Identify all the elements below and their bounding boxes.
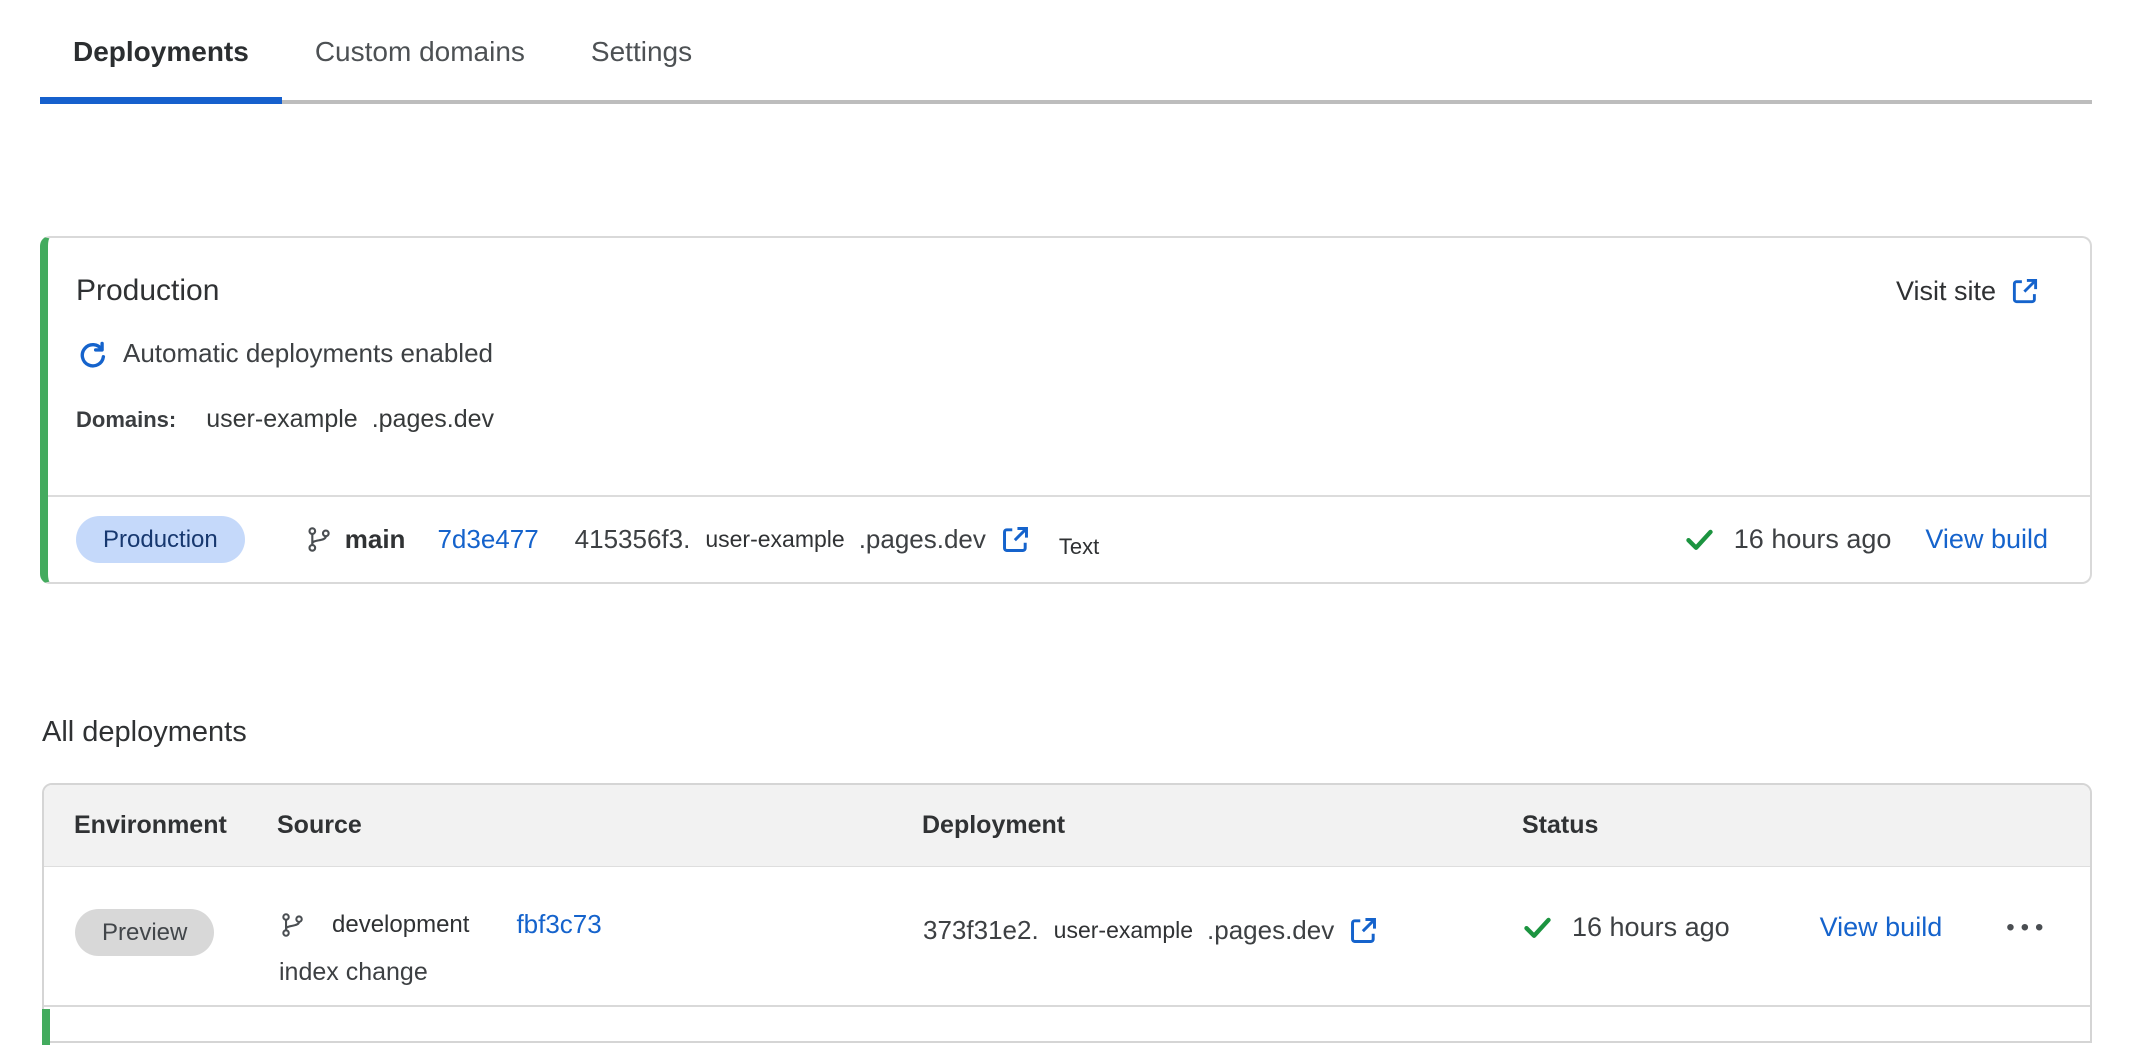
deployment-domain: user-example [1054,917,1193,944]
column-header-environment: Environment [74,785,227,866]
domains-label: Domains: [76,407,176,433]
next-row-cutoff [44,1005,2090,1043]
column-header-source: Source [277,785,362,866]
page-tabs: Deployments Custom domains Settings [0,0,2132,104]
auto-deploy-status: Automatic deployments enabled [123,338,493,369]
production-deployment-row: Production main 7d3e477 415356f3. user-e… [48,495,2090,582]
deployment-time: 16 hours ago [1734,524,1892,555]
deployment-domain-suffix: .pages.dev [859,524,986,555]
external-link-icon[interactable] [1000,524,1031,555]
all-deployments-heading: All deployments [42,716,247,749]
deployment-domain-suffix: .pages.dev [1207,915,1334,946]
production-card-title: Production [76,274,219,308]
git-branch-icon [279,911,305,939]
tab-settings[interactable]: Settings [558,0,725,104]
check-icon [1521,911,1554,944]
environment-badge: Production [76,516,245,563]
production-accent-edge [42,1009,50,1045]
branch-name: main [345,524,406,555]
overflow-menu-icon[interactable]: ••• [2006,914,2049,942]
view-build-link[interactable]: View build [1820,912,1943,943]
check-icon [1683,523,1716,556]
commit-message: index change [279,958,602,987]
branch-name: development [332,911,469,939]
commit-link[interactable]: 7d3e477 [437,524,538,555]
column-header-status: Status [1522,785,1598,866]
deployment-note: Text [1059,534,1099,560]
tab-custom-domains[interactable]: Custom domains [282,0,558,104]
deployment-time: 16 hours ago [1572,912,1730,943]
external-link-icon [2010,276,2040,306]
deployment-id: 415356f3. [575,524,691,555]
view-build-link[interactable]: View build [1925,524,2048,555]
external-link-icon[interactable] [1348,915,1379,946]
git-branch-icon [305,525,332,554]
tab-deployments[interactable]: Deployments [40,0,282,104]
deployments-table: Environment Source Deployment Status Pre… [42,783,2092,1043]
visit-site-label: Visit site [1896,276,1996,307]
refresh-icon [76,338,107,369]
visit-site-link[interactable]: Visit site [1896,276,2040,307]
environment-badge: Preview [75,909,214,956]
commit-link[interactable]: fbf3c73 [516,909,601,940]
domain-suffix: .pages.dev [372,405,494,434]
table-header: Environment Source Deployment Status [44,785,2090,867]
domain-name: user-example [206,405,357,434]
production-card: Production Visit site Automatic deployme… [40,236,2092,584]
deployment-id: 373f31e2. [923,915,1039,946]
deployment-domain: user-example [705,526,844,553]
column-header-deployment: Deployment [922,785,1065,866]
table-row: Preview development fbf3c73 index change [44,867,2090,1006]
